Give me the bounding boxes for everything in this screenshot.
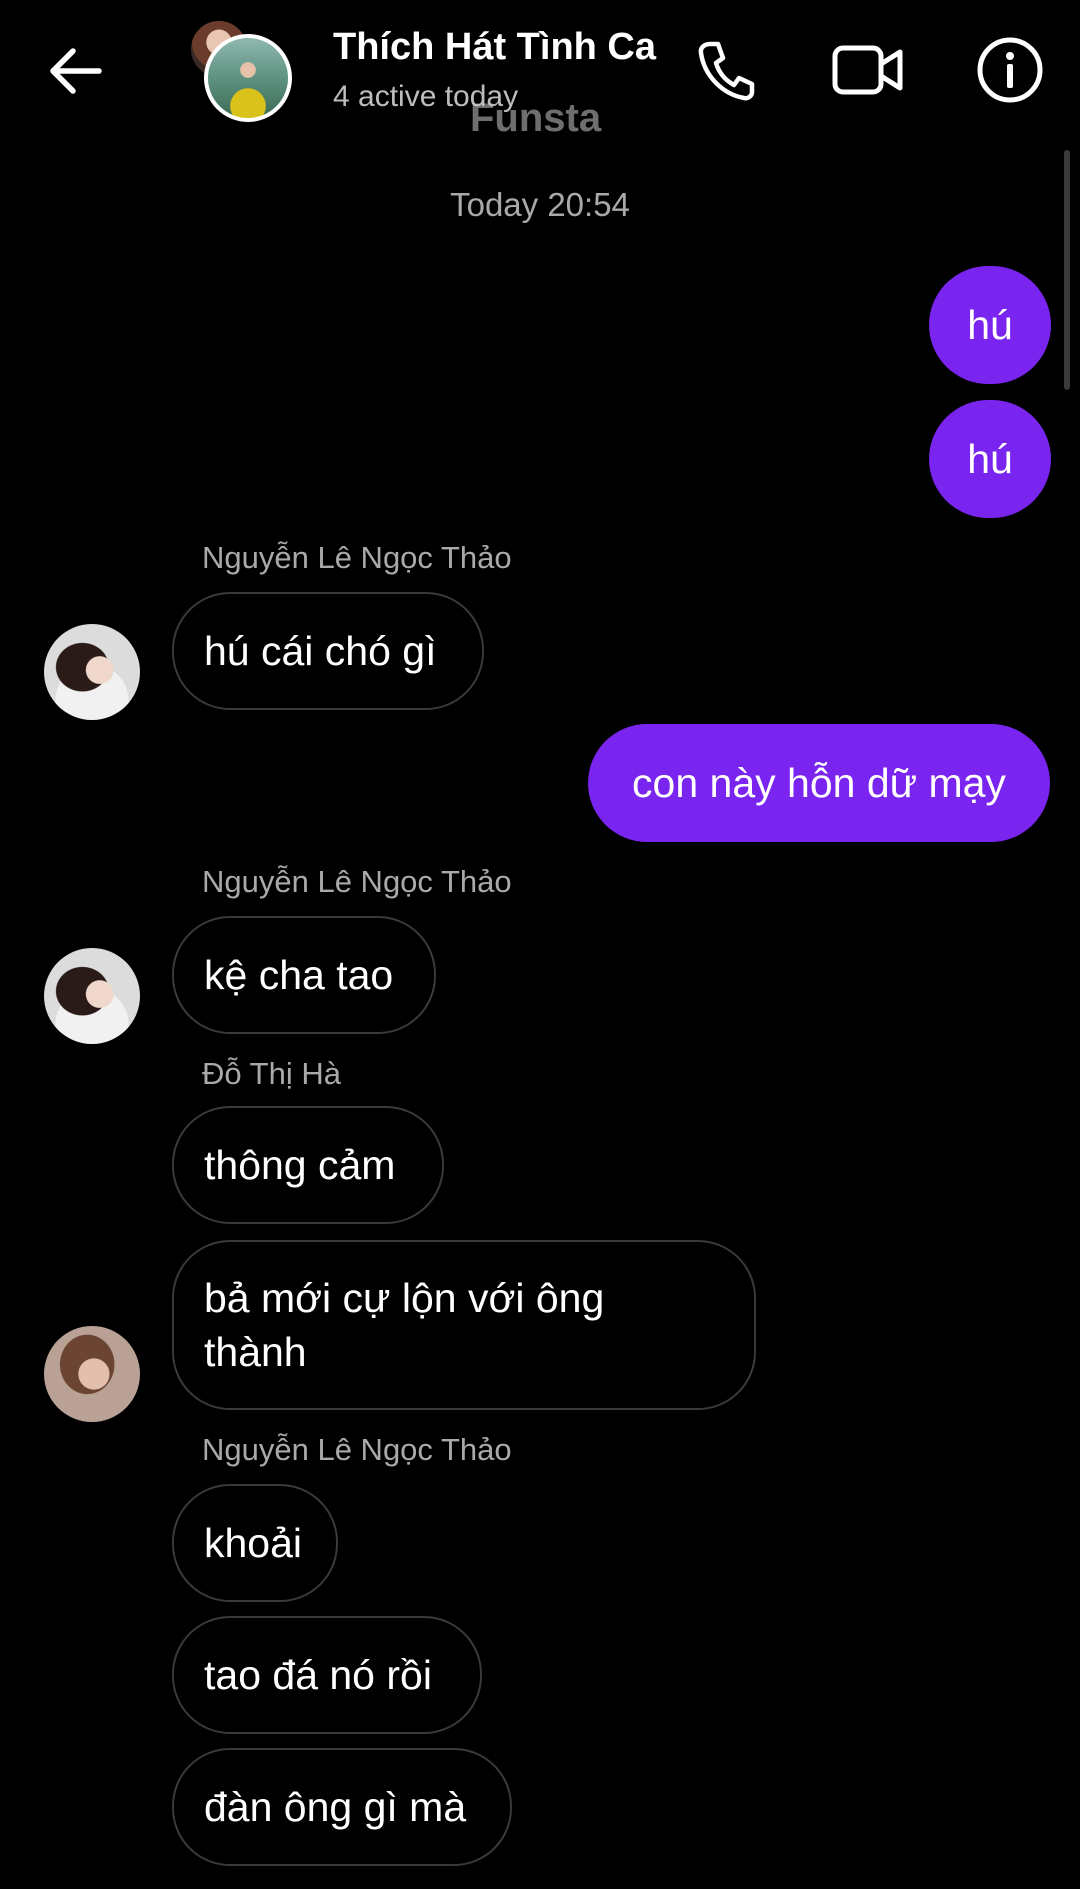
- message-text: thông cảm: [204, 1142, 396, 1188]
- incoming-message[interactable]: khoải: [172, 1484, 338, 1602]
- group-avatar[interactable]: [188, 18, 300, 122]
- call-button[interactable]: [686, 30, 766, 110]
- info-button[interactable]: [970, 30, 1050, 110]
- message-text: hú: [967, 436, 1013, 482]
- incoming-message[interactable]: thông cảm: [172, 1106, 444, 1224]
- message-text: tao đá nó rồi: [204, 1652, 432, 1698]
- message-text: bả mới cự lộn với ông thành: [204, 1275, 605, 1375]
- chat-header: Thích Hát Tình Ca 4 active today Funsta: [0, 0, 1080, 140]
- sender-name: Nguyễn Lê Ngọc Thảo: [202, 540, 512, 575]
- incoming-message[interactable]: kệ cha tao: [172, 916, 436, 1034]
- group-title[interactable]: Thích Hát Tình Ca: [333, 26, 656, 69]
- conversation-timestamp: Today 20:54: [450, 186, 630, 223]
- incoming-message[interactable]: hú cái chó gì: [172, 592, 484, 710]
- outgoing-message[interactable]: hú: [929, 266, 1051, 384]
- sender-name: Nguyễn Lê Ngọc Thảo: [202, 1432, 512, 1467]
- incoming-message[interactable]: đàn ông gì mà: [172, 1748, 512, 1866]
- info-icon: [977, 37, 1043, 103]
- video-camera-icon: [832, 45, 903, 95]
- outgoing-message[interactable]: con này hỗn dữ mạy: [588, 724, 1050, 842]
- message-text: hú cái chó gì: [204, 628, 437, 674]
- message-text: con này hỗn dữ mạy: [632, 760, 1006, 806]
- message-text: khoải: [204, 1520, 303, 1566]
- watermark: Funsta: [470, 96, 602, 140]
- message-text: kệ cha tao: [204, 952, 394, 998]
- message-text: đàn ông gì mà: [204, 1784, 467, 1830]
- incoming-message[interactable]: tao đá nó rồi: [172, 1616, 482, 1734]
- user-avatar[interactable]: [44, 948, 140, 1044]
- incoming-message[interactable]: bả mới cự lộn với ông thành: [172, 1240, 756, 1410]
- back-button[interactable]: [40, 36, 110, 106]
- group-member-avatar: [204, 34, 292, 122]
- message-text: hú: [967, 302, 1013, 348]
- phone-icon: [698, 41, 755, 101]
- outgoing-message[interactable]: hú: [929, 400, 1051, 518]
- sender-name: Đỗ Thị Hà: [202, 1056, 341, 1091]
- sender-name: Nguyễn Lê Ngọc Thảo: [202, 864, 512, 899]
- user-avatar[interactable]: [44, 624, 140, 720]
- video-call-button[interactable]: [828, 30, 908, 110]
- user-avatar[interactable]: [44, 1326, 140, 1422]
- back-arrow-icon: [50, 48, 102, 94]
